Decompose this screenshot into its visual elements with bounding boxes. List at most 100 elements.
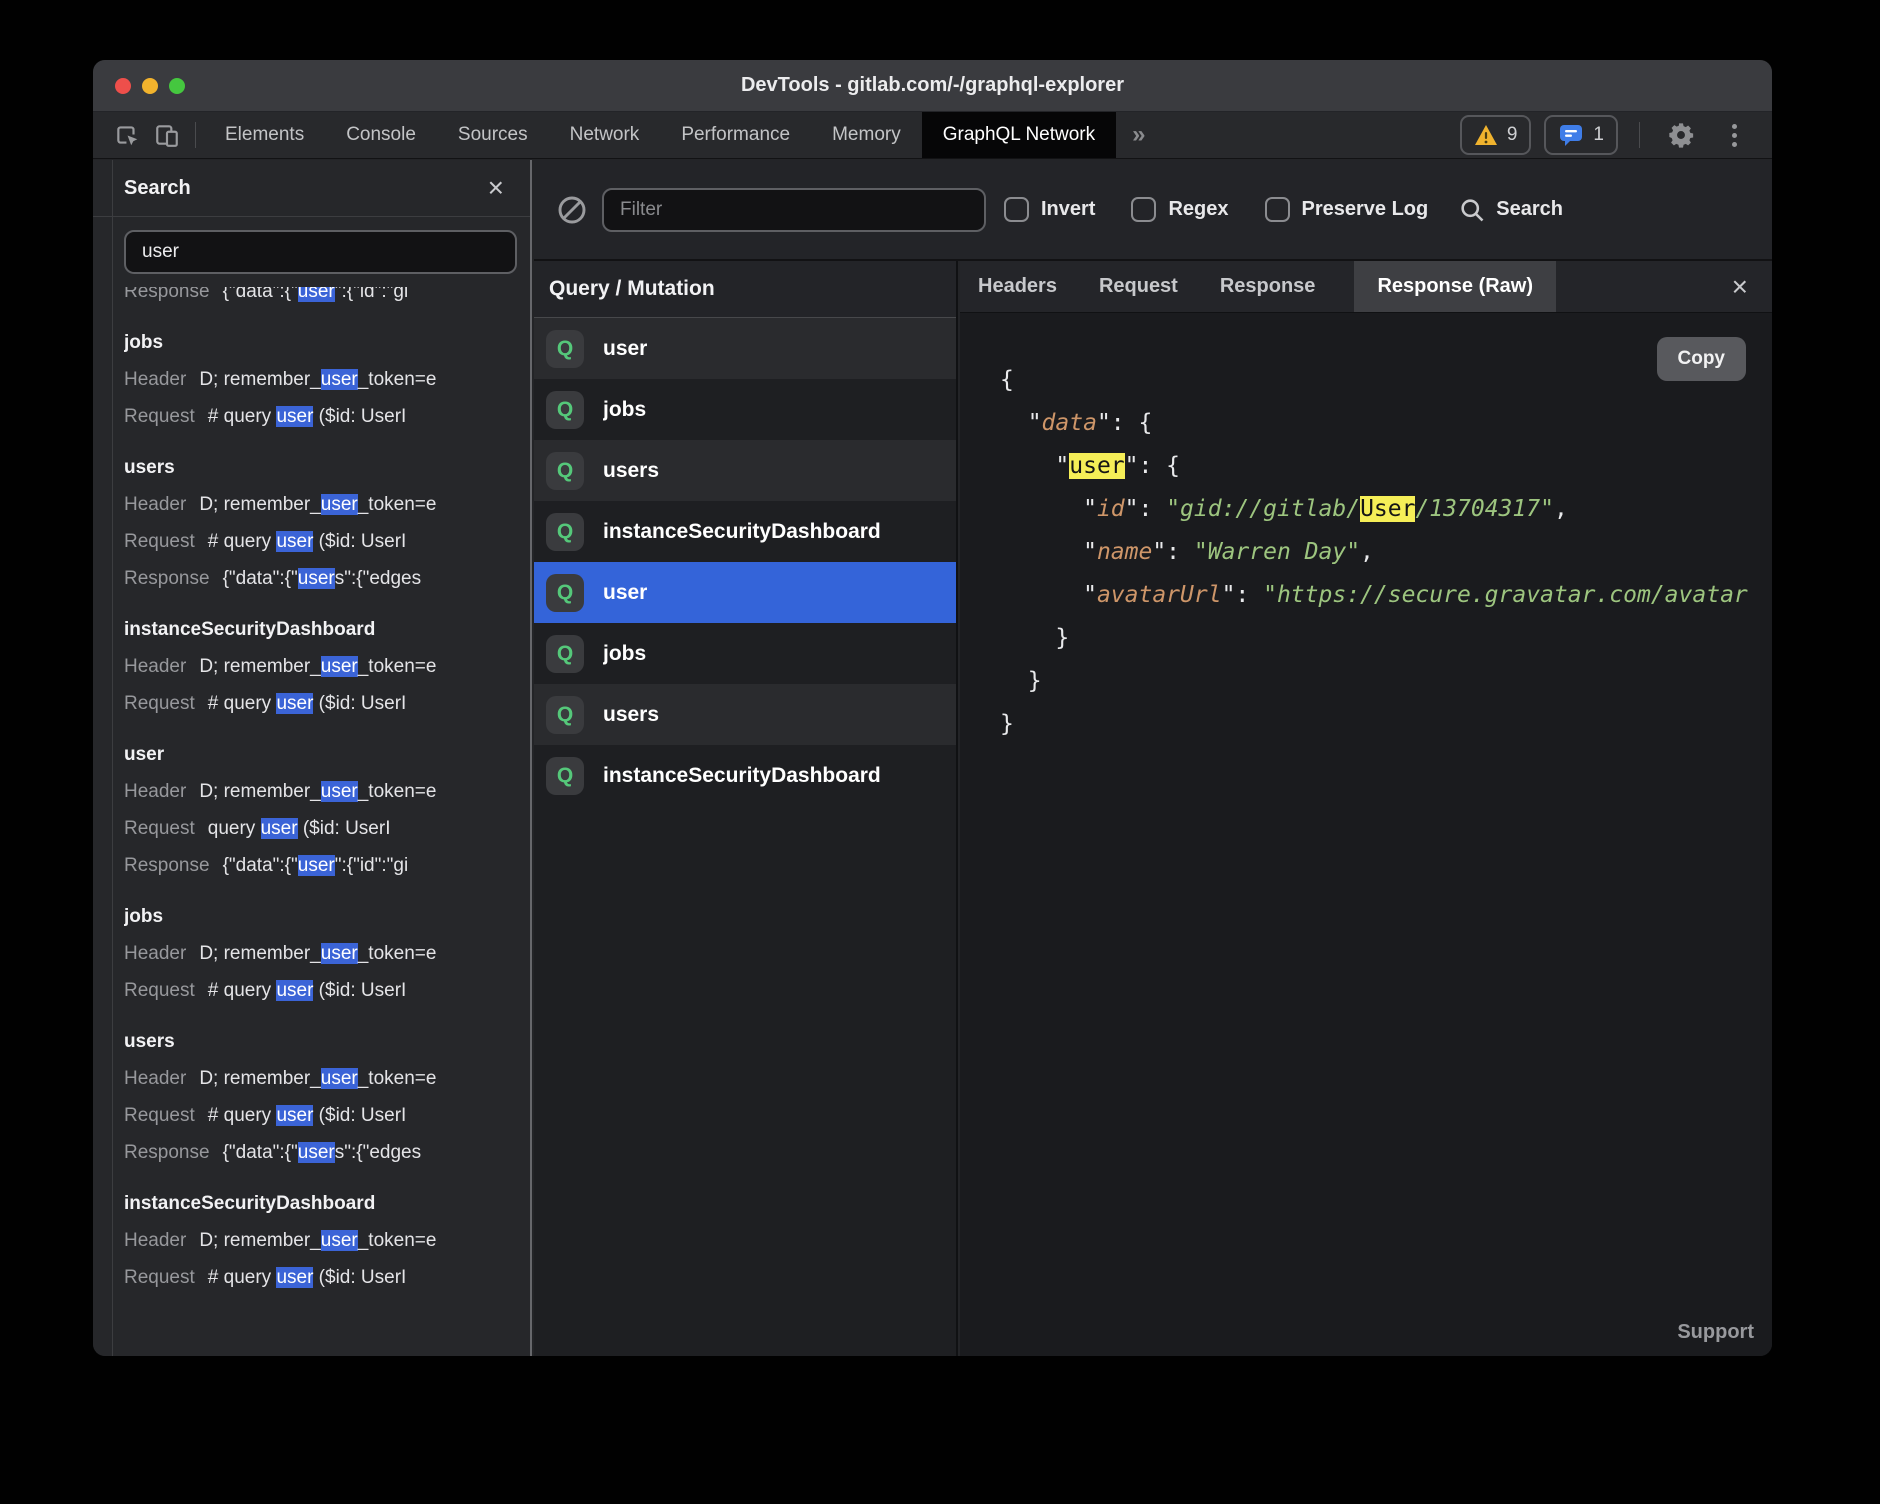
json-string: "https://secure.gravatar.com/avatar <box>1263 582 1748 608</box>
more-tabs-button[interactable]: » <box>1116 121 1161 149</box>
tab-performance[interactable]: Performance <box>660 112 811 158</box>
query-list-item-users[interactable]: Qusers <box>534 684 956 745</box>
match-text: _token=e <box>358 369 437 390</box>
match-text: ($id: UserI <box>313 1105 406 1126</box>
search-result-row[interactable]: HeaderD; remember_user_token=e <box>124 935 530 972</box>
search-result-row[interactable]: HeaderD; remember_user_token=e <box>124 1222 530 1259</box>
checkbox-regex[interactable]: Regex <box>1131 197 1228 222</box>
json-string: "Warren Day" <box>1194 539 1360 565</box>
close-window-button[interactable] <box>115 78 131 94</box>
query-list-item-jobs[interactable]: Qjobs <box>534 623 956 684</box>
match-text: _token=e <box>358 1230 437 1251</box>
match-text: s":{"edges <box>335 1142 421 1163</box>
search-result-label: Request <box>124 818 195 839</box>
search-result-heading[interactable]: users <box>124 1023 530 1060</box>
search-result-heading[interactable]: user <box>124 736 530 773</box>
query-list-item-label: users <box>603 459 659 483</box>
settings-button[interactable] <box>1661 117 1701 153</box>
tab-elements[interactable]: Elements <box>204 112 325 158</box>
tab-memory[interactable]: Memory <box>811 112 922 158</box>
search-result-row[interactable]: HeaderD; remember_user_token=e <box>124 361 530 398</box>
tab-sources[interactable]: Sources <box>437 112 549 158</box>
search-result-label: Header <box>124 781 186 802</box>
filter-input[interactable] <box>602 188 986 232</box>
search-result-row[interactable]: Response{"data":{"users":{"edges <box>124 1134 530 1171</box>
json-punctuation: } <box>1000 711 1014 737</box>
search-result-heading[interactable]: instanceSecurityDashboard <box>124 1185 530 1222</box>
match-text: {"data":{" <box>223 568 298 589</box>
search-result-heading[interactable]: users <box>124 449 530 486</box>
checkbox-invert[interactable]: Invert <box>1004 197 1095 222</box>
close-search-icon[interactable]: × <box>488 174 504 202</box>
query-list-item-instancesecuritydashboard[interactable]: QinstanceSecurityDashboard <box>534 745 956 806</box>
search-result-row[interactable]: Response{"data":{"user":{"id":"gi <box>124 287 530 310</box>
json-key: avatarUrl <box>1097 582 1222 608</box>
device-toolbar-icon <box>154 122 180 148</box>
search-result-row[interactable]: Request# query user ($id: UserI <box>124 523 530 560</box>
search-result-row[interactable]: Request# query user ($id: UserI <box>124 1097 530 1134</box>
search-result-row[interactable]: Request# query user ($id: UserI <box>124 398 530 435</box>
search-result-row[interactable]: HeaderD; remember_user_token=e <box>124 648 530 685</box>
detail-panel: Headers Request Response Response (Raw) × C… <box>960 261 1772 1356</box>
query-icon: Q <box>546 391 584 429</box>
match-text: ($id: UserI <box>298 818 391 839</box>
match-highlight: user <box>321 943 358 964</box>
json-key: name <box>1097 539 1152 565</box>
inspect-element-button[interactable] <box>107 117 147 153</box>
menu-button[interactable] <box>1714 117 1754 153</box>
search-result-row[interactable]: Response{"data":{"users":{"edges <box>124 560 530 597</box>
json-punctuation: } <box>1000 668 1042 694</box>
search-input[interactable] <box>124 230 517 274</box>
query-list-item-instancesecuritydashboard[interactable]: QinstanceSecurityDashboard <box>534 501 956 562</box>
search-result-row[interactable]: HeaderD; remember_user_token=e <box>124 1060 530 1097</box>
match-text: # query <box>208 693 277 714</box>
search-result-row[interactable]: HeaderD; remember_user_token=e <box>124 773 530 810</box>
messages-badge[interactable]: 1 <box>1544 115 1618 155</box>
window-title: DevTools - gitlab.com/-/graphql-explorer <box>93 74 1772 97</box>
match-text: ($id: UserI <box>313 980 406 1001</box>
query-list-item-jobs[interactable]: Qjobs <box>534 379 956 440</box>
json-line: "user": { <box>1000 445 1772 488</box>
detail-tab-response[interactable]: Response <box>1220 275 1316 298</box>
search-result-row[interactable]: Request# query user ($id: UserI <box>124 972 530 1009</box>
match-highlight: user <box>298 855 335 876</box>
checkbox-preserve-log[interactable]: Preserve Log <box>1265 197 1429 222</box>
search-result-row[interactable]: Response{"data":{"user":{"id":"gi <box>124 847 530 884</box>
device-toolbar-button[interactable] <box>147 117 187 153</box>
copy-button[interactable]: Copy <box>1657 337 1747 381</box>
search-toggle-button[interactable]: Search <box>1458 196 1563 224</box>
match-highlight: user <box>321 369 358 390</box>
zoom-window-button[interactable] <box>169 78 185 94</box>
query-list-item-user[interactable]: Quser <box>534 562 956 623</box>
warnings-badge[interactable]: 9 <box>1460 115 1532 155</box>
tab-console[interactable]: Console <box>325 112 437 158</box>
search-result-heading[interactable]: instanceSecurityDashboard <box>124 611 530 648</box>
search-result-row[interactable]: Requestquery user ($id: UserI <box>124 810 530 847</box>
checkbox-box-icon[interactable] <box>1004 197 1029 222</box>
json-punctuation: , <box>1554 496 1568 522</box>
close-detail-icon[interactable]: × <box>1732 273 1748 301</box>
detail-tab-headers[interactable]: Headers <box>978 275 1057 298</box>
detail-tab-response-raw[interactable]: Response (Raw) <box>1354 261 1556 312</box>
support-link[interactable]: Support <box>1677 1321 1754 1344</box>
detail-tab-request[interactable]: Request <box>1099 275 1178 298</box>
search-result-label: Request <box>124 693 195 714</box>
search-panel: Search × Response{"data":{"user":{"id":"… <box>93 160 532 1356</box>
query-list-item-label: jobs <box>603 398 646 422</box>
search-result-row[interactable]: HeaderD; remember_user_token=e <box>124 486 530 523</box>
clear-filter-button[interactable] <box>554 192 590 228</box>
search-result-heading[interactable]: jobs <box>124 324 530 361</box>
query-list-item-user[interactable]: Quser <box>534 318 956 379</box>
search-result-row[interactable]: Request# query user ($id: UserI <box>124 685 530 722</box>
search-result-heading[interactable]: jobs <box>124 898 530 935</box>
query-list-item-users[interactable]: Qusers <box>534 440 956 501</box>
tab-graphql-network[interactable]: GraphQL Network <box>922 112 1116 158</box>
search-result-row[interactable]: Request# query user ($id: UserI <box>124 1259 530 1296</box>
minimize-window-button[interactable] <box>142 78 158 94</box>
block-icon <box>556 194 588 226</box>
query-icon: Q <box>546 696 584 734</box>
match-text: D; remember_ <box>199 1068 320 1089</box>
checkbox-box-icon[interactable] <box>1131 197 1156 222</box>
tab-network[interactable]: Network <box>549 112 661 158</box>
checkbox-box-icon[interactable] <box>1265 197 1290 222</box>
